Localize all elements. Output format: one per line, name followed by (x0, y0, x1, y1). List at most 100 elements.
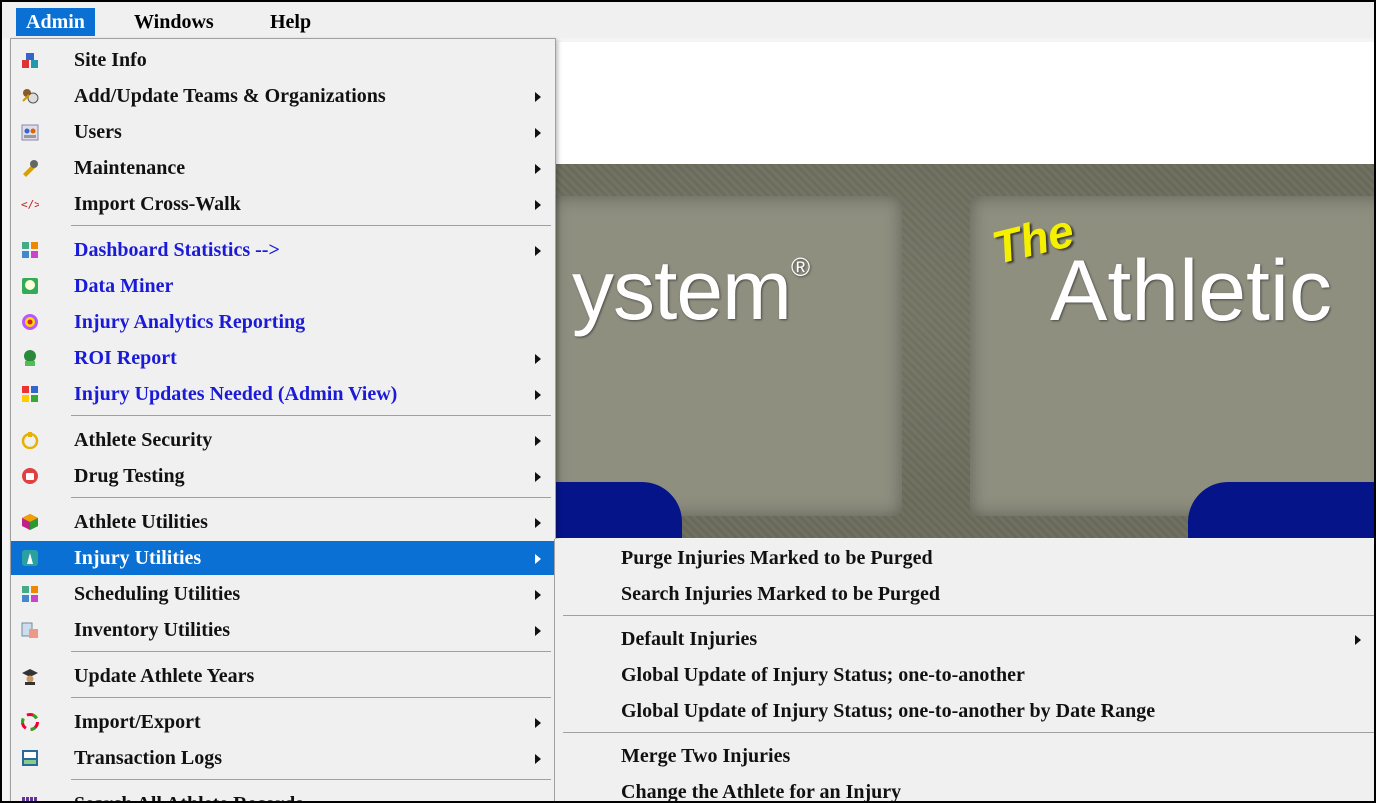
submenu-arrow-icon (535, 554, 541, 564)
submenu-arrow-icon (535, 472, 541, 482)
menu-item-maintenance[interactable]: Maintenance (11, 151, 555, 185)
submenu-item-purge-injuries[interactable]: Purge Injuries Marked to be Purged (555, 541, 1374, 575)
menu-item-label: Add/Update Teams & Organizations (74, 85, 386, 107)
menu-item-roi-report[interactable]: ROI Report (11, 341, 555, 375)
menu-item-label: Drug Testing (74, 465, 185, 487)
menu-item-label: Dashboard Statistics --> (74, 239, 280, 261)
menu-separator (71, 697, 551, 698)
athlete-utilities-icon (22, 514, 38, 530)
banner-blue-tab-left (552, 482, 682, 538)
menu-item-label: Import/Export (74, 711, 201, 733)
submenu-arrow-icon (535, 246, 541, 256)
import-export-icon (21, 713, 39, 731)
menu-item-users[interactable]: Users (11, 115, 555, 149)
teams-icon (22, 89, 39, 104)
menu-item-label: Scheduling Utilities (74, 583, 241, 605)
menu-separator (71, 497, 551, 498)
menu-item-label: Athlete Utilities (74, 511, 208, 533)
submenu-arrow-icon (535, 128, 541, 138)
menu-admin[interactable]: Admin (16, 8, 95, 36)
submenu-item-label: Merge Two Injuries (621, 745, 791, 767)
submenu-arrow-icon (535, 164, 541, 174)
menu-item-scheduling-utilities[interactable]: Scheduling Utilities (11, 577, 555, 611)
app-window: Admin Windows Help ystem® The Athletic S… (0, 0, 1376, 803)
menu-item-injury-analytics-reporting[interactable]: Injury Analytics Reporting (11, 305, 555, 339)
submenu-item-label: Purge Injuries Marked to be Purged (621, 547, 933, 569)
submenu-item-search-purged-injuries[interactable]: Search Injuries Marked to be Purged (555, 577, 1374, 611)
menu-item-label: Inventory Utilities (74, 619, 231, 641)
menu-separator (563, 615, 1374, 616)
menu-item-label: Transaction Logs (74, 747, 222, 769)
menu-item-import-export[interactable]: Import/Export (11, 705, 555, 739)
menu-item-label: Search All Athlete Records (74, 787, 303, 801)
menu-item-label: Maintenance (74, 157, 186, 179)
menu-item-label: Injury Updates Needed (Admin View) (74, 383, 398, 405)
banner-image: ystem® The Athletic (552, 164, 1374, 538)
scheduling-icon (22, 586, 38, 602)
submenu-item-label: Search Injuries Marked to be Purged (621, 583, 941, 605)
security-icon (21, 432, 39, 449)
menu-separator (71, 415, 551, 416)
menu-item-label: Site Info (74, 49, 147, 71)
inventory-icon (21, 622, 38, 638)
submenu-item-global-update-status-date-range[interactable]: Global Update of Injury Status; one-to-a… (555, 694, 1374, 728)
menu-item-label: Athlete Security (74, 429, 213, 451)
menu-item-data-miner[interactable]: Data Miner (11, 269, 555, 303)
submenu-item-change-athlete-for-injury[interactable]: Change the Athlete for an Injury (555, 775, 1374, 803)
menu-item-transaction-logs[interactable]: Transaction Logs (11, 741, 555, 775)
menu-item-injury-utilities[interactable]: Injury Utilities (11, 541, 555, 575)
data-miner-icon (22, 278, 38, 294)
menu-item-athlete-utilities[interactable]: Athlete Utilities (11, 505, 555, 539)
menu-item-label: ROI Report (74, 347, 177, 369)
menu-item-search-all-athlete-records[interactable]: Search All Athlete Records (11, 787, 555, 801)
analytics-icon (22, 314, 38, 330)
search-records-icon (22, 797, 37, 801)
menu-windows[interactable]: Windows (124, 8, 224, 36)
submenu-item-label: Change the Athlete for an Injury (621, 781, 902, 803)
svg-text:</>: </> (21, 198, 39, 211)
menu-separator (563, 732, 1374, 733)
menu-item-label: Update Athlete Years (74, 665, 255, 687)
menu-separator (71, 779, 551, 780)
submenu-arrow-icon (535, 390, 541, 400)
updates-icon (22, 386, 38, 402)
banner-system-text: ystem® (572, 243, 810, 337)
menu-item-import-cross-walk[interactable]: </> Import Cross-Walk (11, 187, 555, 221)
menu-help[interactable]: Help (260, 8, 321, 36)
logs-icon (22, 750, 38, 766)
submenu-item-label: Global Update of Injury Status; one-to-a… (621, 700, 1156, 722)
submenu-arrow-icon (535, 718, 541, 728)
menu-item-label: Import Cross-Walk (74, 193, 241, 215)
submenu-arrow-icon (535, 754, 541, 764)
menu-item-drug-testing[interactable]: Drug Testing (11, 459, 555, 493)
site-info-icon (22, 53, 38, 68)
submenu-arrow-icon (535, 354, 541, 364)
maintenance-icon (23, 160, 38, 177)
submenu-arrow-icon (535, 590, 541, 600)
menu-separator (71, 651, 551, 652)
banner-blue-tab-right (1188, 482, 1374, 538)
menu-item-inventory-utilities[interactable]: Inventory Utilities (11, 613, 555, 647)
menu-item-site-info[interactable]: Site Info (11, 43, 555, 77)
roi-icon (24, 350, 36, 366)
menu-item-injury-updates-needed[interactable]: Injury Updates Needed (Admin View) (11, 377, 555, 411)
banner-athletic-text: Athletic (1050, 243, 1333, 339)
submenu-item-merge-two-injuries[interactable]: Merge Two Injuries (555, 739, 1374, 773)
users-icon (21, 124, 39, 141)
menubar: Admin Windows Help (2, 2, 1374, 38)
submenu-item-global-update-status[interactable]: Global Update of Injury Status; one-to-a… (555, 658, 1374, 692)
submenu-item-default-injuries[interactable]: Default Injuries (555, 622, 1374, 656)
menu-item-update-athlete-years[interactable]: Update Athlete Years (11, 659, 555, 693)
submenu-item-label: Default Injuries (621, 628, 758, 650)
drug-testing-icon (22, 468, 38, 484)
menu-item-dashboard-statistics[interactable]: Dashboard Statistics --> (11, 233, 555, 267)
menu-item-add-update-teams[interactable]: Add/Update Teams & Organizations (11, 79, 555, 113)
dashboard-icon (22, 242, 38, 258)
submenu-arrow-icon (535, 436, 541, 446)
menu-item-label: Injury Analytics Reporting (74, 311, 306, 333)
graduation-icon (22, 669, 38, 685)
menu-item-athlete-security[interactable]: Athlete Security (11, 423, 555, 457)
submenu-arrow-icon (1355, 635, 1361, 645)
injury-utilities-icon (22, 550, 38, 566)
menu-item-label: Injury Utilities (74, 547, 202, 569)
